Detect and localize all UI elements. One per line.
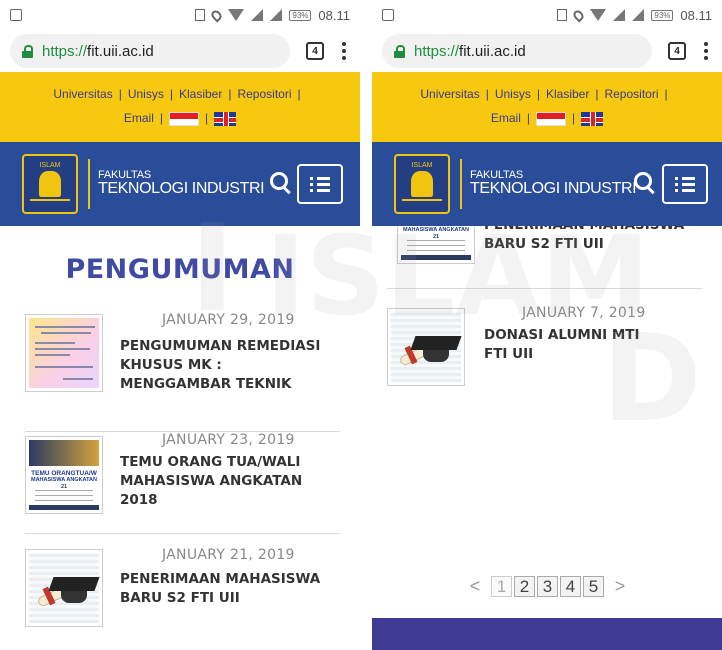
page-3-button[interactable]: 3 <box>537 576 558 597</box>
site-header: ISLAM FAKULTAS TEKNOLOGI INDUSTRI <box>0 142 360 226</box>
menu-button[interactable] <box>662 164 708 204</box>
signal-icon <box>613 9 626 21</box>
status-bar: 93% 08.11 <box>372 0 722 30</box>
location-icon <box>571 7 586 23</box>
page-4-button[interactable]: 4 <box>560 576 581 597</box>
clock: 08.11 <box>680 7 712 23</box>
page-title: PENGUMUMAN <box>65 254 295 285</box>
post-thumbnail[interactable] <box>25 549 103 627</box>
post-date: JANUARY 7, 2019 <box>522 305 646 321</box>
battery-icon: 93% <box>651 9 674 21</box>
recent-icon <box>557 9 568 21</box>
post-date: JANUARY 21, 2019 <box>162 547 295 563</box>
notification-icon <box>10 9 22 21</box>
list-item[interactable]: JANUARY 29, 2019 PENGUMUMAN REMEDIASI KH… <box>0 312 360 432</box>
search-icon[interactable] <box>634 172 656 194</box>
location-icon <box>209 7 224 23</box>
tab-switcher-button[interactable]: 4 <box>668 42 686 60</box>
url-scheme: https:// <box>42 42 88 60</box>
page-2-button[interactable]: 2 <box>514 576 535 597</box>
menu-button[interactable] <box>297 164 343 204</box>
link-klasiber[interactable]: Klasiber <box>546 87 589 101</box>
site-header: ISLAM FAKULTAS TEKNOLOGI INDUSTRI <box>372 142 722 226</box>
notification-icon <box>382 9 394 21</box>
page-1-button[interactable]: 1 <box>491 576 512 597</box>
next-page-button[interactable]: > <box>605 576 635 597</box>
uk-flag-icon[interactable] <box>214 111 237 126</box>
tab-switcher-button[interactable]: 4 <box>306 42 324 60</box>
link-unisys[interactable]: Unisys <box>128 87 164 101</box>
post-thumbnail[interactable]: TEMU ORANGTUA/W MAHASISWA ANGKATAN 21 <box>25 436 103 514</box>
page-5-button[interactable]: 5 <box>583 576 604 597</box>
faculty-name[interactable]: FAKULTAS TEKNOLOGI INDUSTRI <box>98 169 265 198</box>
url-host: fit.uii.ac.id <box>459 42 526 60</box>
top-links-bar: Universitas | Unisys | Klasiber | Repositori | … <box>0 72 360 142</box>
lock-icon <box>22 44 33 58</box>
browser-toolbar: https://fit.uii.ac.id 4 <box>372 30 722 72</box>
uk-flag-icon[interactable] <box>581 111 604 126</box>
battery-icon: 93% <box>289 9 312 21</box>
address-bar[interactable]: https://fit.uii.ac.id <box>382 34 652 68</box>
list-item[interactable]: TEMU ORANGTUA/W MAHASISWA ANGKATAN 21 JA… <box>0 432 360 534</box>
post-title[interactable]: DONASI ALUMNI MTI FTI UII <box>484 326 664 364</box>
lock-icon <box>394 44 405 58</box>
search-icon[interactable] <box>270 172 292 194</box>
browser-toolbar: https://fit.uii.ac.id 4 <box>0 30 360 72</box>
pagination: < 1 2 3 4 5 > <box>460 576 635 597</box>
uii-logo-icon[interactable]: ISLAM <box>22 154 78 214</box>
indonesia-flag-icon[interactable] <box>169 111 199 126</box>
signal-icon <box>270 9 283 21</box>
prev-page-button[interactable]: < <box>460 576 490 597</box>
link-email[interactable]: Email <box>491 111 521 125</box>
post-title[interactable]: PENERIMAAN MAHASISWA BARU S2 FTI UII <box>120 570 335 608</box>
url-host: fit.uii.ac.id <box>87 42 154 60</box>
post-date: JANUARY 23, 2019 <box>162 432 295 448</box>
post-title[interactable]: TEMU ORANG TUA/WALI MAHASISWA ANGKATAN 2… <box>120 453 335 510</box>
phone-right: 93% 08.11 https://fit.uii.ac.id 4 Univer… <box>372 0 722 650</box>
phone-left: 93% 08.11 https://fit.uii.ac.id 4 Univer… <box>0 0 360 650</box>
clock: 08.11 <box>318 7 350 23</box>
link-email[interactable]: Email <box>124 111 154 125</box>
link-universitas[interactable]: Universitas <box>53 87 112 101</box>
link-repositori[interactable]: Repositori <box>237 87 291 101</box>
uii-logo-icon[interactable]: ISLAM <box>394 154 450 214</box>
screenshot-divider <box>360 0 372 650</box>
list-item[interactable]: JANUARY 21, 2019 PENERIMAAN MAHASISWA BA… <box>0 545 360 635</box>
recent-icon <box>195 9 206 21</box>
url-scheme: https:// <box>414 42 460 60</box>
footer <box>372 618 722 650</box>
list-item[interactable]: TEMU ORANGTUA/W MAHASISWA ANGKATAN 21 PE… <box>372 226 722 288</box>
link-universitas[interactable]: Universitas <box>420 87 479 101</box>
post-title[interactable]: PENGUMUMAN REMEDIASI KHUSUS MK : MENGGAM… <box>120 337 335 394</box>
signal-icon <box>632 9 645 21</box>
link-klasiber[interactable]: Klasiber <box>179 87 222 101</box>
post-thumbnail[interactable]: TEMU ORANGTUA/W MAHASISWA ANGKATAN 21 <box>397 226 475 264</box>
address-bar[interactable]: https://fit.uii.ac.id <box>10 34 290 68</box>
signal-icon <box>251 9 264 21</box>
list-item[interactable]: JANUARY 7, 2019 DONASI ALUMNI MTI FTI UI… <box>372 305 722 425</box>
status-bar: 93% 08.11 <box>0 0 360 30</box>
link-repositori[interactable]: Repositori <box>604 87 658 101</box>
browser-menu-button[interactable] <box>700 38 712 64</box>
top-links-bar: Universitas | Unisys | Klasiber | Repositori | … <box>372 72 722 142</box>
indonesia-flag-icon[interactable] <box>536 111 566 126</box>
post-thumbnail[interactable] <box>25 314 103 392</box>
post-title[interactable]: PENERIMAAN MAHASISWA BARU S2 FTI UII <box>484 226 699 254</box>
post-date: JANUARY 29, 2019 <box>162 312 295 328</box>
wifi-icon <box>590 9 607 21</box>
wifi-icon <box>228 9 245 21</box>
browser-menu-button[interactable] <box>338 38 350 64</box>
faculty-name[interactable]: FAKULTAS TEKNOLOGI INDUSTRI <box>470 169 637 198</box>
link-unisys[interactable]: Unisys <box>495 87 531 101</box>
post-thumbnail[interactable] <box>387 308 465 386</box>
